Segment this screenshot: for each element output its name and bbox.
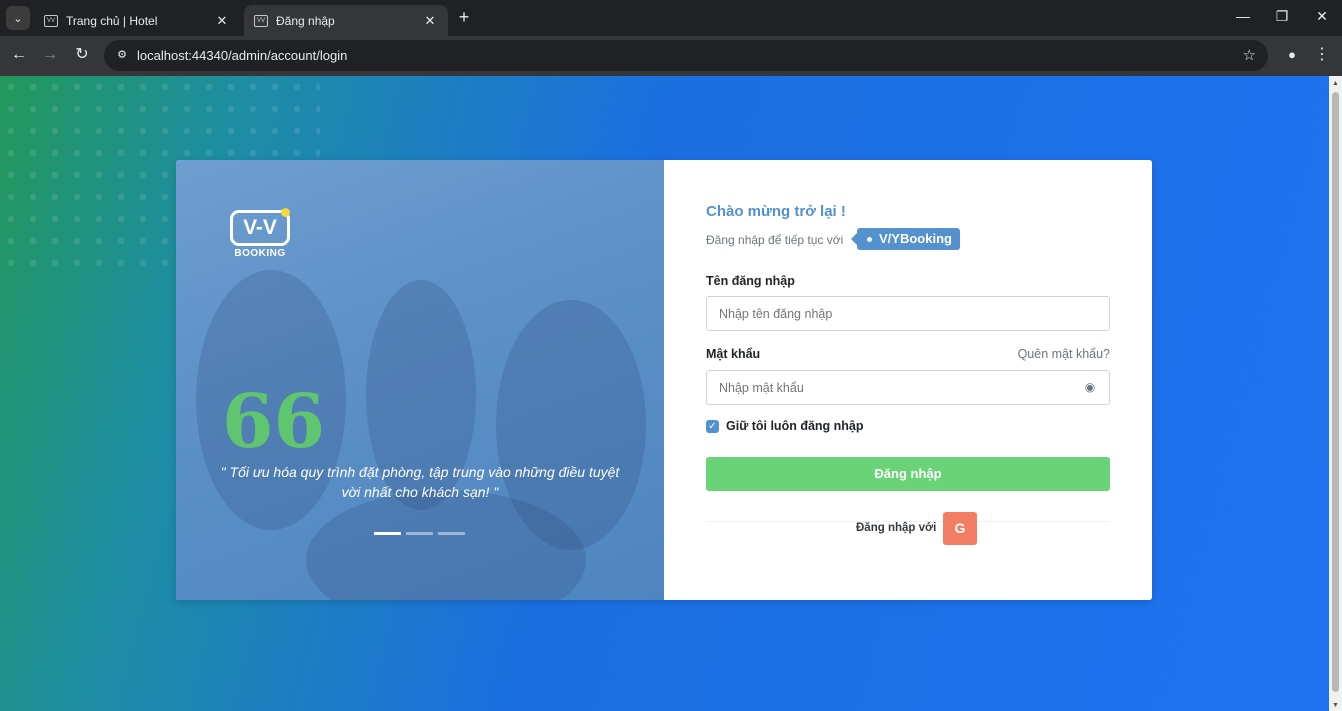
login-card: V-V BOOKING 66 " Tối ưu hóa quy trình đặ…	[176, 160, 1152, 600]
browser-tab-bar: ⌄ VV Trang chủ | Hotel ✕ VV Đăng nhập ✕ …	[0, 0, 1342, 36]
badge-dot-icon	[867, 237, 872, 242]
username-label: Tên đăng nhập	[706, 274, 795, 288]
forgot-password-link[interactable]: Quên mật khẩu?	[1018, 347, 1110, 361]
page-scrollbar[interactable]: ▲ ▼	[1329, 76, 1342, 711]
remember-me[interactable]: ✓ Giữ tôi luôn đăng nhập	[706, 419, 864, 433]
scroll-up-icon[interactable]: ▲	[1332, 80, 1339, 87]
brand-name: V/YBooking	[879, 231, 952, 246]
remember-label[interactable]: Giữ tôi luôn đăng nhập	[726, 419, 864, 433]
scroll-down-icon[interactable]: ▼	[1332, 702, 1339, 709]
forward-arrow-icon[interactable]: →	[39, 44, 61, 66]
brand-badge: V/YBooking	[851, 228, 960, 250]
username-input[interactable]	[706, 296, 1110, 331]
page-background: V-V BOOKING 66 " Tối ưu hóa quy trình đặ…	[0, 76, 1329, 711]
carousel-indicators	[374, 532, 465, 535]
login-subtitle: Đăng nhập để tiếp tục với	[706, 233, 844, 247]
browser-toolbar: ← → ↻ ⚙ localhost:44340/admin/account/lo…	[0, 36, 1342, 76]
address-bar[interactable]: ⚙ localhost:44340/admin/account/login ☆	[104, 40, 1268, 71]
show-password-eye-icon[interactable]: ◉	[1082, 379, 1098, 395]
welcome-heading: Chào mừng trở lại !	[706, 203, 846, 220]
hotel-favicon-icon: VV	[254, 14, 268, 27]
url-text[interactable]: localhost:44340/admin/account/login	[137, 48, 347, 63]
tab-search-button[interactable]: ⌄	[6, 6, 30, 30]
bookmark-star-icon[interactable]: ☆	[1243, 46, 1256, 64]
logo-text: BOOKING	[234, 248, 286, 259]
carousel-indicator[interactable]	[406, 532, 433, 535]
close-tab-icon[interactable]: ✕	[422, 13, 438, 29]
google-login-button[interactable]: G	[943, 512, 977, 545]
new-tab-icon[interactable]: +	[454, 7, 474, 27]
site-info-icon[interactable]: ⚙	[112, 45, 132, 65]
vv-booking-logo: V-V BOOKING	[228, 208, 292, 262]
hotel-favicon-icon: VV	[44, 14, 58, 27]
tab-login[interactable]: VV Đăng nhập ✕	[244, 5, 448, 36]
password-label: Mật khẩu	[706, 347, 761, 361]
back-arrow-icon[interactable]: ←	[8, 44, 30, 66]
login-form-panel: Chào mừng trở lại ! Đăng nhập để tiếp tụ…	[664, 160, 1152, 600]
scroll-thumb[interactable]	[1332, 92, 1339, 692]
minimize-icon[interactable]: —	[1233, 8, 1253, 24]
remember-checkbox[interactable]: ✓	[706, 419, 719, 433]
hero-panel: V-V BOOKING 66 " Tối ưu hóa quy trình đặ…	[176, 160, 664, 600]
restore-icon[interactable]: ❐	[1272, 8, 1292, 25]
carousel-indicator[interactable]	[438, 532, 465, 535]
tab-title: Đăng nhập	[276, 13, 335, 28]
close-window-icon[interactable]: ✕	[1312, 8, 1332, 25]
logo-mark: V-V	[230, 210, 290, 246]
tab-home[interactable]: VV Trang chủ | Hotel ✕	[34, 5, 240, 36]
hero-quote: " Tối ưu hóa quy trình đặt phòng, tập tr…	[220, 464, 620, 500]
tab-title: Trang chủ | Hotel	[66, 13, 158, 28]
login-button[interactable]: Đăng nhập	[706, 457, 1110, 491]
close-tab-icon[interactable]: ✕	[214, 13, 230, 29]
logo-dot	[281, 208, 290, 217]
profile-icon[interactable]: ●	[1282, 45, 1302, 65]
reload-icon[interactable]: ↻	[71, 44, 93, 66]
quote-icon: 66	[222, 379, 325, 465]
carousel-indicator[interactable]	[374, 532, 401, 535]
browser-menu-icon[interactable]: ⋮	[1314, 44, 1330, 66]
social-login-label: Đăng nhập với	[852, 522, 941, 534]
password-input[interactable]	[706, 370, 1110, 405]
